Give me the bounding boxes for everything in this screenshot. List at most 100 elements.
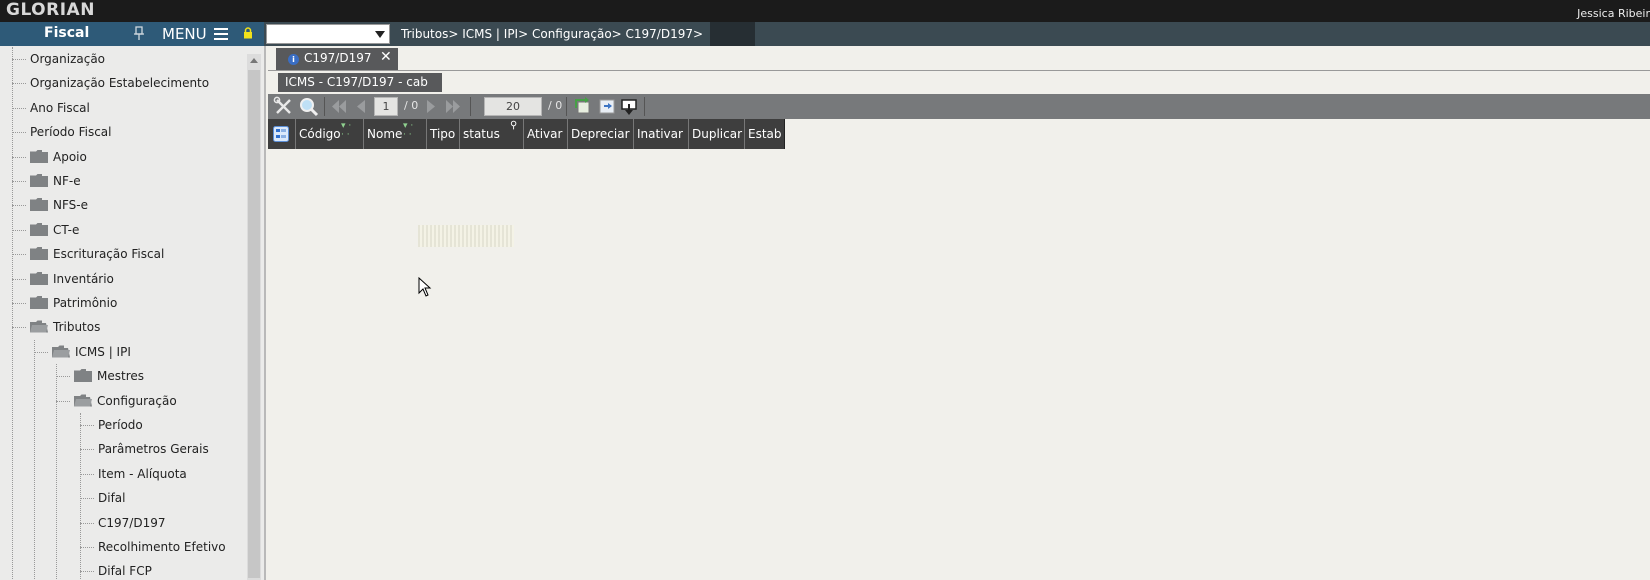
tree-connector bbox=[34, 351, 48, 353]
folder-open-icon bbox=[30, 319, 48, 333]
tree-connector bbox=[80, 473, 94, 475]
sidebar-item-label: Apoio bbox=[53, 149, 87, 164]
sidebar-item-label: Período Fiscal bbox=[30, 125, 112, 140]
folder-open-icon bbox=[74, 393, 92, 407]
scroll-up-icon[interactable] bbox=[250, 58, 258, 63]
user-name[interactable]: Jessica Ribeir bbox=[1577, 7, 1650, 20]
module-select[interactable] bbox=[266, 24, 390, 44]
column-header-ativar[interactable]: Ativar bbox=[523, 119, 567, 149]
sidebar-item-patrimonio[interactable]: Patrimônio bbox=[30, 293, 117, 313]
column-header-tipo[interactable]: Tipo bbox=[426, 119, 459, 149]
folder-icon bbox=[74, 368, 92, 383]
sidebar-item-difal-fcp[interactable]: Difal FCP bbox=[98, 561, 152, 580]
sidebar-item-escrituracao-fiscal[interactable]: Escrituração Fiscal bbox=[30, 244, 164, 264]
folder-icon bbox=[30, 173, 48, 187]
filter-search-icon[interactable]: ⚲ bbox=[510, 111, 517, 141]
last-page-icon[interactable] bbox=[442, 96, 464, 117]
hamburger-icon[interactable] bbox=[214, 28, 228, 40]
next-page-icon[interactable] bbox=[420, 96, 442, 117]
sidebar-item-label: Período bbox=[98, 418, 143, 432]
chevron-down-icon[interactable] bbox=[375, 31, 385, 38]
sidebar-item-inventario[interactable]: Inventário bbox=[30, 269, 114, 289]
column-header-duplicar[interactable]: Duplicar bbox=[688, 119, 744, 149]
column-header-status[interactable]: status ⚲ bbox=[459, 119, 523, 149]
column-label: Ativar bbox=[527, 127, 563, 141]
first-page-icon[interactable] bbox=[328, 96, 350, 117]
sidebar-item-nf-e[interactable]: NF-e bbox=[30, 171, 81, 191]
tree-connector bbox=[12, 303, 26, 304]
sidebar-item-label: Difal bbox=[98, 491, 126, 506]
column-chooser[interactable] bbox=[268, 119, 295, 149]
column-header-inativar[interactable]: Inativar bbox=[633, 119, 688, 149]
sidebar-item-organizacao[interactable]: Organização bbox=[30, 49, 105, 69]
sidebar-item-mestres[interactable]: Mestres bbox=[74, 366, 144, 386]
scrollbar-thumb[interactable] bbox=[248, 70, 260, 578]
sidebar-item-ano-fiscal[interactable]: Ano Fiscal bbox=[30, 98, 90, 118]
sidebar-item-recolhimento-efetivo[interactable]: Recolhimento Efetivo bbox=[98, 537, 226, 557]
breadcrumb[interactable]: Tributos> ICMS | IPI> Configuração> C197… bbox=[397, 22, 707, 46]
sidebar-item-ct-e[interactable]: CT-e bbox=[30, 220, 79, 240]
sidebar-item-periodo[interactable]: Período bbox=[98, 415, 143, 435]
sidebar-item-item-aliquota[interactable]: Item - Alíquota bbox=[98, 464, 187, 484]
sidebar-item-label: Parâmetros Gerais bbox=[98, 442, 209, 457]
sidebar-item-label: Recolhimento Efetivo bbox=[98, 540, 226, 554]
module-title: Fiscal bbox=[44, 25, 90, 41]
sidebar-item-organizacao-estabelecimento[interactable]: Organização Estabelecimento bbox=[30, 73, 209, 93]
menu-button[interactable]: MENU bbox=[162, 25, 207, 43]
sidebar-divider[interactable] bbox=[264, 46, 266, 580]
sidebar-item-label: Configuração bbox=[97, 393, 177, 408]
column-chooser-icon[interactable] bbox=[273, 126, 289, 142]
refresh-icon[interactable] bbox=[572, 96, 594, 117]
sort-icon[interactable]: ▾ · · · bbox=[403, 122, 413, 140]
folder-open-icon bbox=[52, 344, 70, 358]
sidebar-item-periodo-fiscal[interactable]: Período Fiscal bbox=[30, 122, 111, 142]
sidebar-item-label: Escrituração Fiscal bbox=[53, 247, 165, 262]
sort-icon[interactable]: ▾ · · · bbox=[341, 122, 351, 140]
export-icon[interactable] bbox=[596, 96, 618, 117]
sidebar-item-label: ICMS | IPI bbox=[75, 344, 131, 359]
page-number-input[interactable]: 1 bbox=[374, 97, 398, 116]
folder-icon bbox=[30, 295, 48, 309]
tree-connector bbox=[80, 498, 94, 500]
sidebar-scrollbar[interactable] bbox=[247, 54, 261, 580]
tab-c197-d197[interactable]: i C197/D197 ✕ bbox=[276, 48, 398, 70]
loading-placeholder bbox=[418, 225, 514, 247]
column-header-codigo[interactable]: Código ▾ · · · bbox=[295, 119, 363, 149]
sidebar-item-parametros-gerais[interactable]: Parâmetros Gerais bbox=[98, 439, 209, 459]
tree-guide-line bbox=[56, 364, 57, 580]
grid-header: Código ▾ · · · Nome ▾ · · · Tipo status ⚲ … bbox=[268, 119, 785, 149]
sidebar-item-label: C197/D197 bbox=[98, 515, 166, 530]
sidebar-item-tributos[interactable]: Tributos bbox=[30, 317, 100, 337]
sidebar-item-nfs-e[interactable]: NFS-e bbox=[30, 195, 88, 215]
sidebar-item-icms-ipi[interactable]: ICMS | IPI bbox=[52, 342, 131, 362]
info-icon: i bbox=[288, 54, 299, 65]
tree-connector bbox=[80, 522, 94, 524]
toolbar-separator bbox=[470, 97, 471, 116]
download-icon[interactable] bbox=[618, 96, 640, 117]
column-header-nome[interactable]: Nome ▾ · · · bbox=[363, 119, 426, 149]
records-total: / 0 bbox=[548, 99, 563, 112]
tab-label[interactable]: C197/D197 bbox=[304, 51, 371, 65]
page-total: / 0 bbox=[404, 99, 419, 112]
tools-icon[interactable] bbox=[273, 96, 295, 117]
sidebar-item-label: Difal FCP bbox=[98, 564, 152, 579]
column-header-depreciar[interactable]: Depreciar bbox=[567, 119, 633, 149]
lock-icon[interactable] bbox=[243, 27, 253, 39]
column-header-estab[interactable]: Estab bbox=[744, 119, 784, 149]
pin-icon[interactable] bbox=[133, 26, 145, 41]
sidebar-item-label: Tributos bbox=[53, 320, 101, 335]
subtab-cab[interactable]: ICMS - C197/D197 - cab bbox=[278, 73, 442, 92]
sidebar-item-label: NFS-e bbox=[53, 198, 88, 213]
sidebar-item-label: CT-e bbox=[53, 222, 80, 237]
tree-connector bbox=[12, 83, 26, 85]
top-bar: GLORIAN Jessica Ribeir bbox=[0, 0, 1650, 22]
sidebar-item-difal[interactable]: Difal bbox=[98, 488, 126, 508]
prev-page-icon[interactable] bbox=[350, 96, 372, 117]
search-icon[interactable] bbox=[298, 96, 320, 117]
close-icon[interactable]: ✕ bbox=[380, 49, 392, 65]
sidebar-item-configuracao[interactable]: Configuração bbox=[74, 391, 177, 411]
navbar-spacer bbox=[710, 22, 755, 46]
sidebar-item-c197-d197[interactable]: C197/D197 bbox=[98, 513, 165, 533]
sidebar-item-apoio[interactable]: Apoio bbox=[30, 147, 87, 167]
tree-connector bbox=[12, 156, 26, 158]
